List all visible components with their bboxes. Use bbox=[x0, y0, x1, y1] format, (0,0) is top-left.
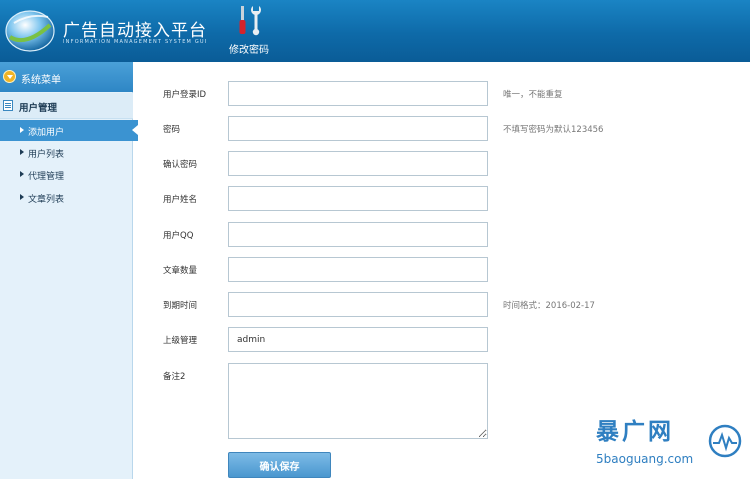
pulse-chart-icon bbox=[708, 424, 742, 458]
caret-right-icon bbox=[20, 194, 24, 200]
parent-admin-input[interactable] bbox=[228, 327, 488, 352]
logo-icon bbox=[5, 10, 55, 52]
sidebar-item-label: 用户列表 bbox=[28, 150, 65, 160]
password-hint: 不填写密码为默认123456 bbox=[503, 125, 604, 135]
expiry-date-label: 到期时间 bbox=[163, 301, 198, 311]
sidebar-item-label: 添加用户 bbox=[28, 128, 65, 138]
login-id-label: 用户登录ID bbox=[163, 90, 207, 100]
caret-right-icon bbox=[20, 127, 24, 133]
note-label: 备注2 bbox=[163, 372, 186, 382]
wrench-screwdriver-icon bbox=[239, 6, 261, 36]
confirm-password-input[interactable] bbox=[228, 151, 488, 176]
user-name-input[interactable] bbox=[228, 186, 488, 211]
user-management-label: 用户管理 bbox=[19, 103, 58, 114]
password-input[interactable] bbox=[228, 116, 488, 141]
caret-right-icon bbox=[20, 149, 24, 155]
user-management-group[interactable]: 用户管理 bbox=[0, 93, 133, 119]
save-button[interactable]: 确认保存 bbox=[228, 452, 331, 478]
note-textarea[interactable] bbox=[228, 363, 488, 439]
caret-right-icon bbox=[20, 171, 24, 177]
sidebar-item-label: 代理管理 bbox=[28, 172, 65, 182]
sidebar-item-label: 文章列表 bbox=[28, 195, 65, 205]
app-subtitle: INFORMATION MANAGEMENT SYSTEM GUI bbox=[63, 39, 208, 45]
expiry-date-hint: 时间格式：2016-02-17 bbox=[503, 301, 595, 311]
chevron-down-icon bbox=[3, 70, 16, 83]
login-id-hint: 唯一，不能重复 bbox=[503, 90, 563, 100]
list-icon bbox=[3, 100, 13, 111]
article-count-label: 文章数量 bbox=[163, 266, 198, 276]
password-label: 密码 bbox=[163, 125, 181, 135]
user-qq-input[interactable] bbox=[228, 222, 488, 247]
sidebar-item-article-list[interactable]: 文章列表 bbox=[0, 187, 133, 208]
parent-admin-label: 上级管理 bbox=[163, 336, 198, 346]
sidebar: 系统菜单 用户管理 添加用户 用户列表 代理管理 文章列表 bbox=[0, 62, 138, 479]
login-id-input[interactable] bbox=[228, 81, 488, 106]
watermark-title: 暴广网 bbox=[596, 418, 674, 445]
user-qq-label: 用户QQ bbox=[163, 231, 194, 241]
sidebar-item-add-user[interactable]: 添加用户 bbox=[0, 120, 138, 141]
change-password-button[interactable]: 修改密码 bbox=[226, 4, 274, 56]
watermark: 暴广网 5baoguang.com bbox=[588, 412, 748, 472]
app-header: 广告自动接入平台 INFORMATION MANAGEMENT SYSTEM G… bbox=[0, 0, 750, 62]
article-count-input[interactable] bbox=[228, 257, 488, 282]
change-password-label: 修改密码 bbox=[229, 45, 269, 56]
user-name-label: 用户姓名 bbox=[163, 195, 198, 205]
system-menu-header[interactable]: 系统菜单 bbox=[0, 62, 133, 92]
sidebar-item-agent-management[interactable]: 代理管理 bbox=[0, 164, 133, 185]
app-title: 广告自动接入平台 bbox=[63, 21, 207, 41]
expiry-date-input[interactable] bbox=[228, 292, 488, 317]
sidebar-item-user-list[interactable]: 用户列表 bbox=[0, 142, 133, 163]
confirm-password-label: 确认密码 bbox=[163, 160, 198, 170]
system-menu-label: 系统菜单 bbox=[21, 75, 61, 86]
watermark-url: 5baoguang.com bbox=[596, 452, 694, 466]
